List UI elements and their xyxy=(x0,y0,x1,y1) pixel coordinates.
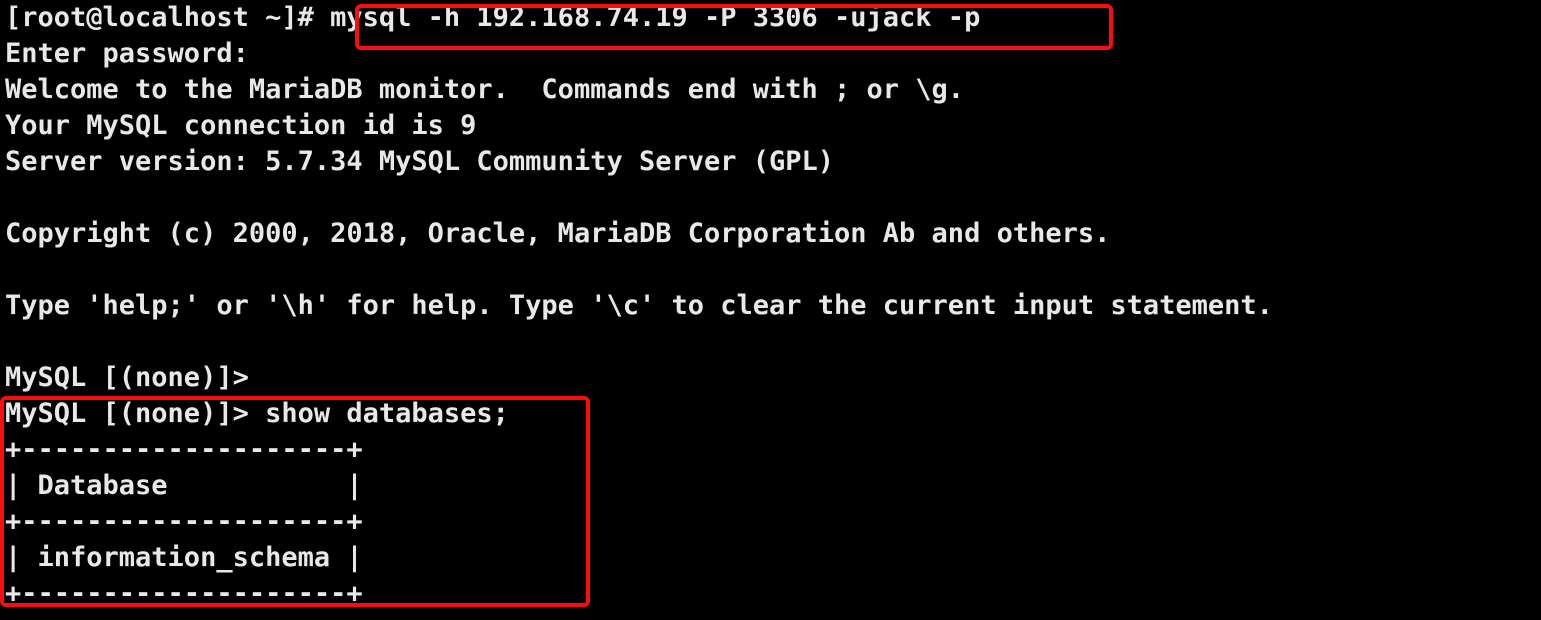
welcome-line: Welcome to the MariaDB monitor. Commands… xyxy=(5,74,965,105)
table-header-separator-line: +--------------------+ xyxy=(5,506,363,537)
table-bottom-border-line: +--------------------+ xyxy=(5,578,363,609)
table-header-line: | Database | xyxy=(5,470,363,501)
connection-id-line: Your MySQL connection id is 9 xyxy=(5,110,477,141)
table-row-information-schema-line: | information_schema | xyxy=(5,542,363,573)
terminal-window[interactable]: [root@localhost ~]# mysql -h 192.168.74.… xyxy=(0,0,1541,620)
password-prompt-line: Enter password: xyxy=(5,38,249,69)
copyright-line: Copyright (c) 2000, 2018, Oracle, MariaD… xyxy=(5,218,1111,249)
mysql-show-databases-line: MySQL [(none)]> show databases; xyxy=(5,398,509,429)
table-top-border-line: +--------------------+ xyxy=(5,434,363,465)
server-version-line: Server version: 5.7.34 MySQL Community S… xyxy=(5,146,835,177)
terminal-screen[interactable]: [root@localhost ~]# mysql -h 192.168.74.… xyxy=(5,0,1541,612)
help-hint-line: Type 'help;' or '\h' for help. Type '\c'… xyxy=(5,290,1273,321)
shell-prompt-line: [root@localhost ~]# mysql -h 192.168.74.… xyxy=(5,2,981,33)
mysql-prompt-empty-line: MySQL [(none)]> xyxy=(5,362,249,393)
